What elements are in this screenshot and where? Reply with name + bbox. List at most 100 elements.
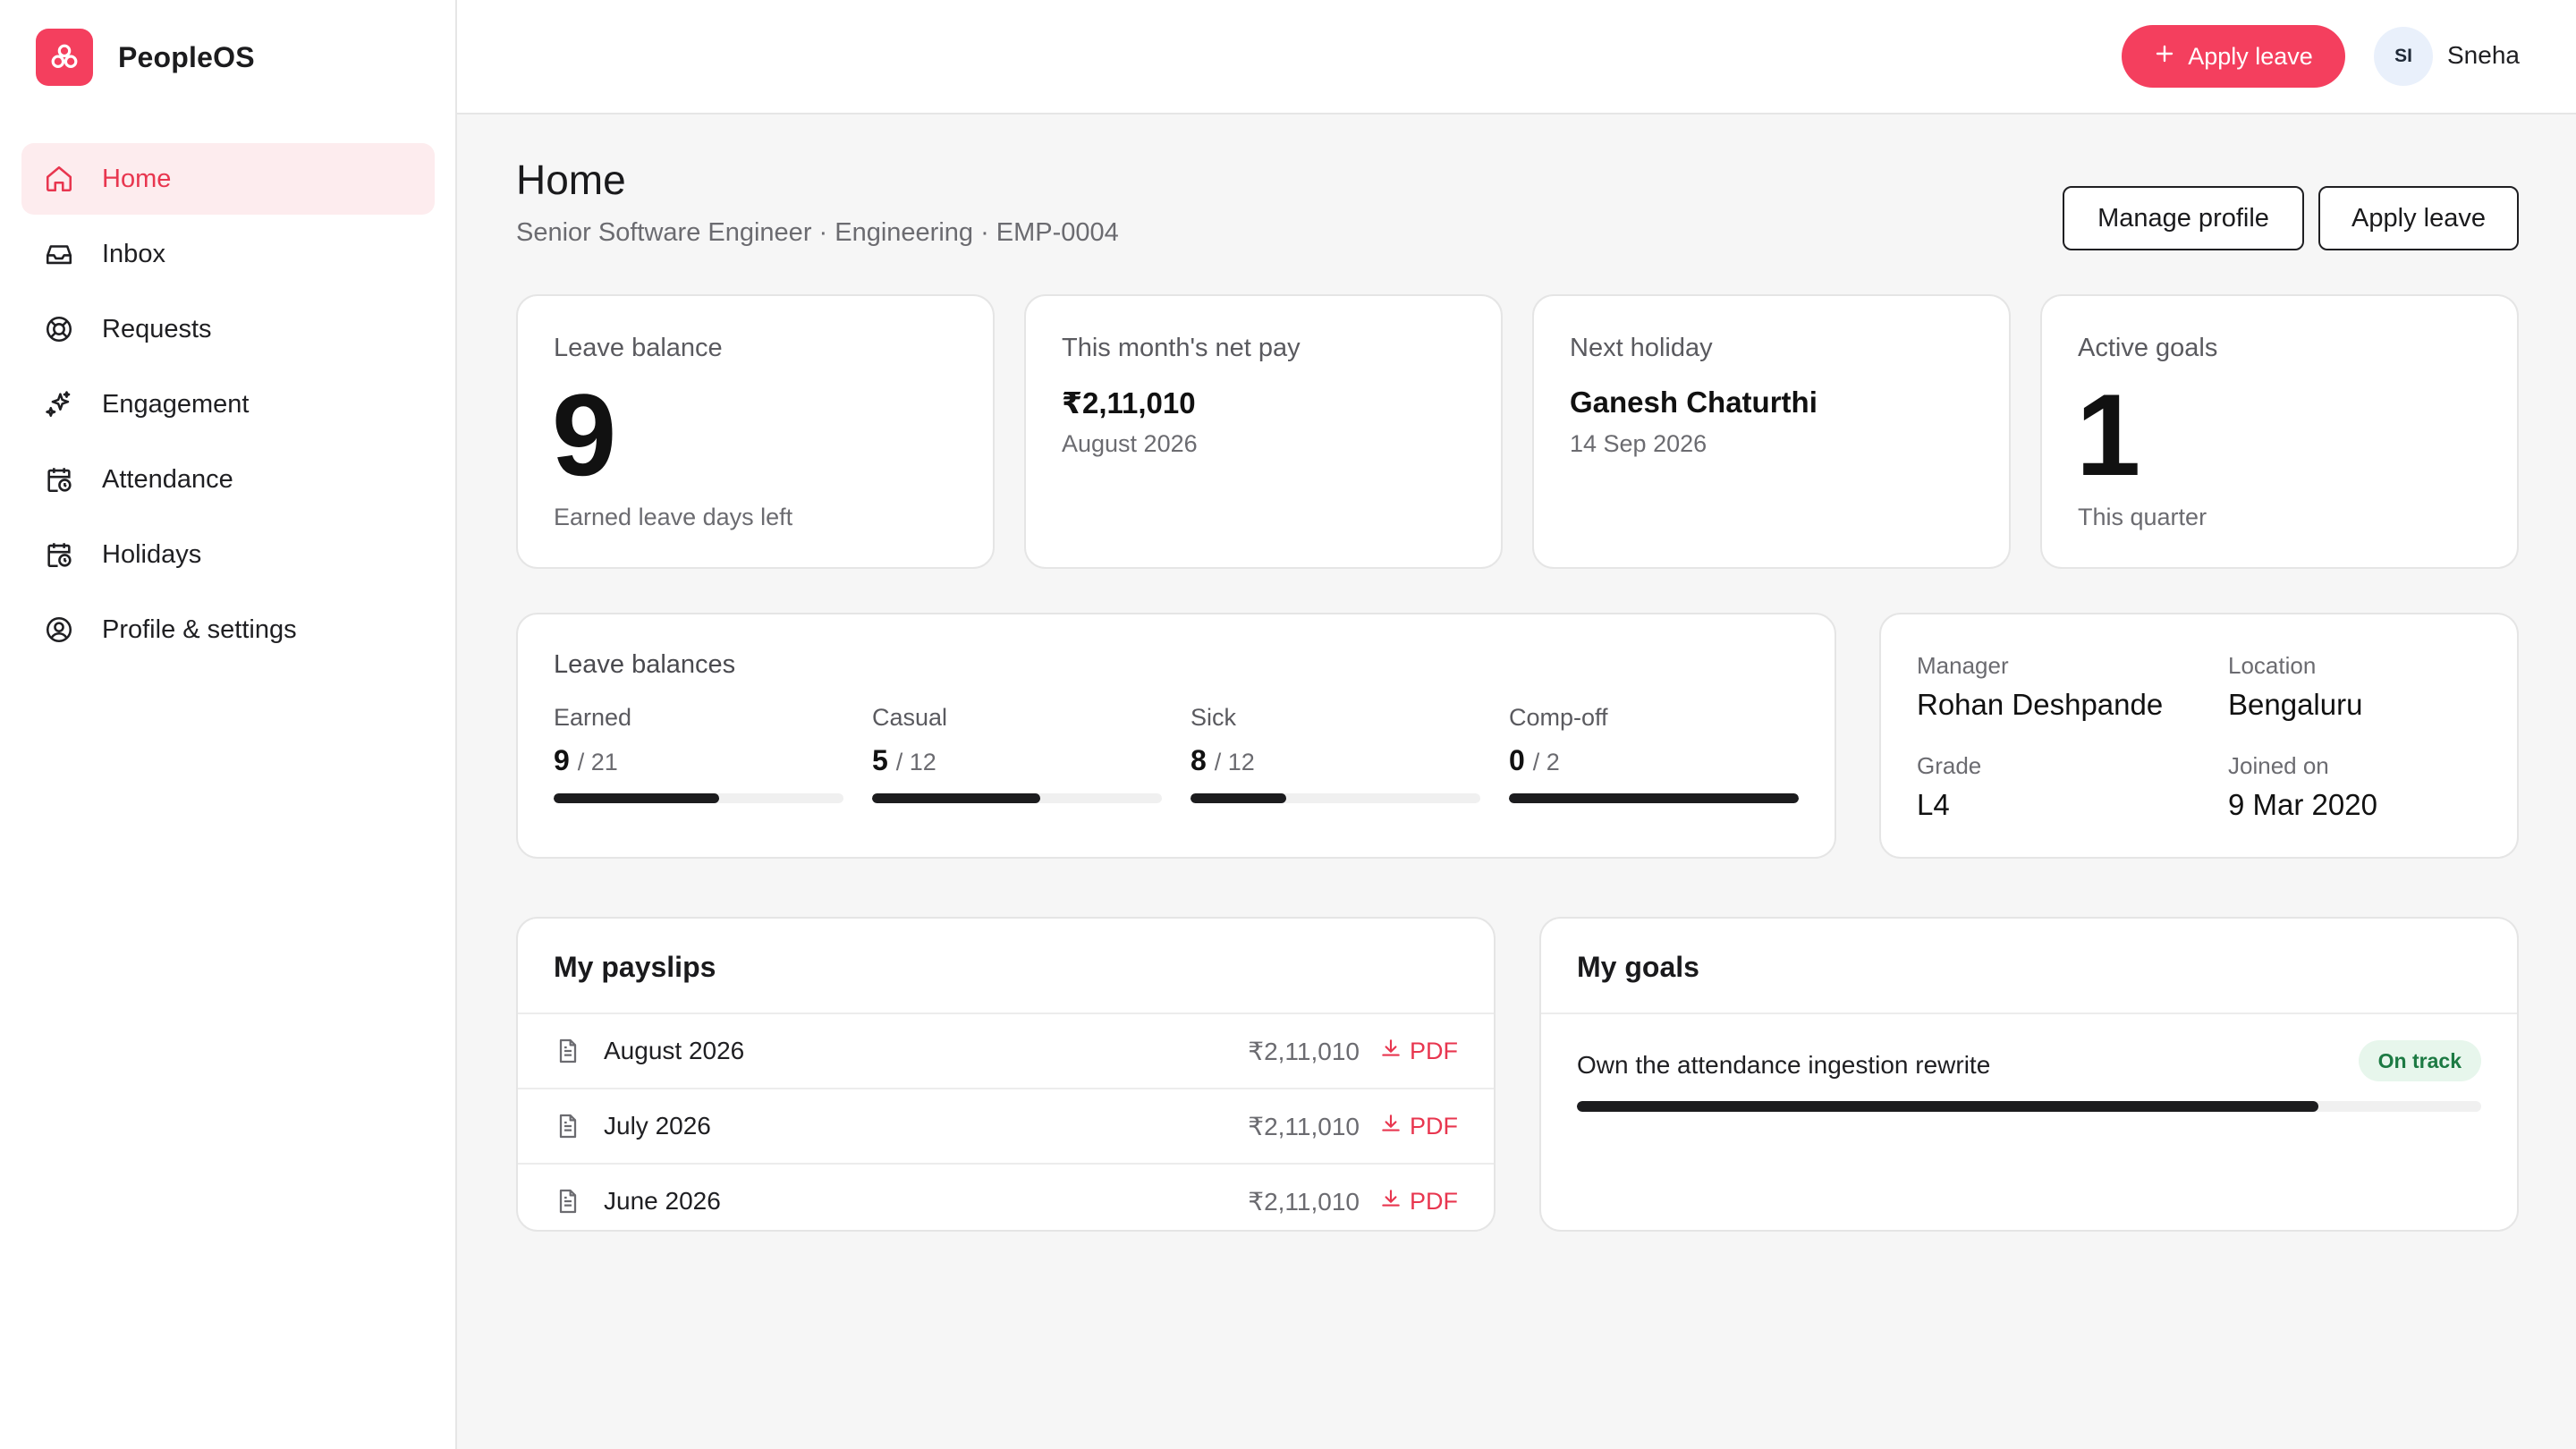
stat-value: 1 (2076, 369, 2141, 500)
leave-total: / 2 (1532, 749, 1560, 775)
payslip-amount: ₹2,11,010 (1248, 1112, 1360, 1140)
page-title: Home (516, 157, 626, 203)
sidebar-item-attendance[interactable]: Attendance (21, 444, 435, 515)
home-icon (41, 161, 77, 197)
leave-used: 9 (554, 744, 570, 776)
manager-label: Manager (1917, 652, 2009, 679)
document-icon (554, 1037, 582, 1065)
leave-total: / 12 (895, 749, 936, 775)
pdf-label: PDF (1410, 1037, 1458, 1064)
goal-title[interactable]: Own the attendance ingestion rewrite (1577, 1051, 1990, 1080)
sidebar-item-label: Attendance (102, 464, 233, 494)
leave-type-sick: Sick 8 / 12 (1191, 704, 1480, 803)
active-goals-card: Active goals 1 This quarter (2040, 294, 2519, 569)
manage-profile-button[interactable]: Manage profile (2063, 186, 2304, 250)
sidebar-item-label: Profile & settings (102, 614, 297, 644)
brand[interactable]: PeopleOS (36, 29, 255, 86)
stat-value: Ganesh Chaturthi (1570, 386, 1818, 419)
avatar[interactable]: SI (2374, 27, 2433, 86)
payslip-month: August 2026 (604, 1037, 745, 1064)
stat-label: Next holiday (1570, 334, 1713, 362)
header-apply-leave-label: Apply leave (2188, 42, 2313, 70)
divider (1541, 1013, 2517, 1014)
leave-type-value: 8 / 12 (1191, 744, 1480, 777)
calendar-clock-icon (41, 537, 77, 572)
payslip-month: July 2026 (604, 1112, 711, 1140)
stat-label: Leave balance (554, 334, 723, 362)
sidebar-item-profile-settings[interactable]: Profile & settings (21, 594, 435, 665)
sidebar-item-home[interactable]: Home (21, 143, 435, 215)
sparkles-icon (41, 386, 77, 422)
apply-leave-button[interactable]: Apply leave (2318, 186, 2519, 250)
download-pdf-link[interactable]: PDF (1379, 1187, 1458, 1216)
user-name[interactable]: Sneha (2447, 41, 2520, 70)
sidebar-item-requests[interactable]: Requests (21, 293, 435, 365)
leave-balance-card: Leave balance 9 Earned leave days left (516, 294, 995, 569)
joined-value: 9 Mar 2020 (2228, 788, 2377, 821)
leave-type-name: Casual (872, 704, 948, 731)
manager-value: Rohan Deshpande (1917, 688, 2164, 721)
sidebar-item-label: Engagement (102, 389, 250, 419)
grade-value: L4 (1917, 788, 1950, 821)
payslip-amount: ₹2,11,010 (1248, 1037, 1360, 1065)
payslip-row[interactable]: July 2026 ₹2,11,010 PDF (518, 1089, 1494, 1163)
download-icon (1379, 1037, 1402, 1066)
app-name: PeopleOS (118, 40, 255, 73)
document-icon (554, 1112, 582, 1140)
net-pay-card: This month's net pay ₹2,11,010 August 20… (1024, 294, 1503, 569)
leave-type-value: 5 / 12 (872, 744, 1162, 777)
header-apply-leave-button[interactable]: Apply leave (2122, 25, 2345, 88)
stat-label: Active goals (2078, 334, 2218, 362)
leave-type-casual: Casual 5 / 12 (872, 704, 1162, 803)
goal-progress-bar (1577, 1101, 2481, 1112)
sidebar-item-holidays[interactable]: Holidays (21, 519, 435, 590)
leave-progress-bar (1509, 793, 1799, 803)
download-icon (1379, 1112, 1402, 1141)
sidebar-item-inbox[interactable]: Inbox (21, 218, 435, 290)
sidebar-item-label: Requests (102, 314, 212, 343)
stat-caption: This quarter (2078, 504, 2207, 530)
download-pdf-link[interactable]: PDF (1379, 1112, 1458, 1141)
leave-progress-fill (554, 793, 719, 803)
plus-icon (2154, 43, 2175, 71)
payslip-row[interactable]: August 2026 ₹2,11,010 PDF (518, 1014, 1494, 1088)
leave-type-name: Comp-off (1509, 704, 1608, 731)
goals-card: My goals Own the attendance ingestion re… (1539, 917, 2519, 1232)
location-value: Bengaluru (2228, 688, 2363, 721)
payslip-row[interactable]: June 2026 ₹2,11,010 PDF (518, 1165, 1494, 1238)
leave-progress-fill (1509, 793, 1799, 803)
pdf-label: PDF (1410, 1187, 1458, 1215)
sidebar: PeopleOS Home Inbox Requests Engagement (0, 0, 457, 1449)
stat-value: ₹2,11,010 (1062, 386, 1196, 419)
calendar-clock-icon (41, 462, 77, 497)
goals-title: My goals (1577, 951, 1699, 983)
leave-balances-title: Leave balances (554, 650, 736, 679)
employee-info-card: Manager Rohan Deshpande Location Bengalu… (1879, 613, 2519, 859)
leave-progress-bar (1191, 793, 1480, 803)
goal-progress-fill (1577, 1101, 2319, 1112)
leave-progress-bar (872, 793, 1162, 803)
leave-total: / 21 (577, 749, 618, 775)
location-label: Location (2228, 652, 2317, 679)
inbox-icon (41, 236, 77, 272)
stat-label: This month's net pay (1062, 334, 1301, 362)
download-pdf-link[interactable]: PDF (1379, 1037, 1458, 1066)
stat-caption: August 2026 (1062, 430, 1198, 457)
stat-value: 9 (552, 369, 617, 500)
grade-label: Grade (1917, 752, 1982, 779)
sidebar-item-label: Inbox (102, 239, 165, 268)
leave-progress-bar (554, 793, 843, 803)
user-circle-icon (41, 612, 77, 648)
sidebar-item-engagement[interactable]: Engagement (21, 369, 435, 440)
payslip-month: June 2026 (604, 1187, 721, 1215)
stat-caption: 14 Sep 2026 (1570, 430, 1707, 457)
sidebar-item-label: Home (102, 164, 172, 193)
leave-used: 5 (872, 744, 888, 776)
stat-caption: Earned leave days left (554, 504, 793, 530)
leave-total: / 12 (1214, 749, 1255, 775)
payslip-amount: ₹2,11,010 (1248, 1187, 1360, 1216)
leave-type-name: Sick (1191, 704, 1237, 731)
payslips-title: My payslips (554, 951, 716, 983)
leave-progress-fill (872, 793, 1040, 803)
pdf-label: PDF (1410, 1112, 1458, 1140)
